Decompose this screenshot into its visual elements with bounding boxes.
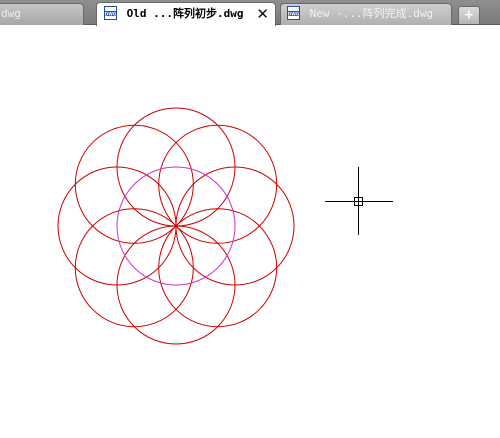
tab-label: dwg xyxy=(1,7,21,20)
svg-text:DWG: DWG xyxy=(105,11,117,16)
close-icon[interactable]: ✕ xyxy=(256,3,269,25)
tab-label: New -...阵列完成.dwg xyxy=(309,7,434,20)
svg-text:DWG: DWG xyxy=(288,11,300,16)
document-tab-bar: dwg DWG Old ...阵列初步.dwg ✕ DWG New -...阵列… xyxy=(0,0,500,26)
crosshair-cursor-icon xyxy=(325,167,393,235)
polar-array-circles xyxy=(57,107,295,345)
dwg-file-icon: DWG xyxy=(104,6,117,20)
tab-previous-drawing[interactable]: dwg xyxy=(0,3,84,25)
tab-new-array-complete[interactable]: DWG New -...阵列完成.dwg xyxy=(280,3,452,25)
plus-icon[interactable]: + xyxy=(458,6,480,24)
tab-old-array-initial[interactable]: DWG Old ...阵列初步.dwg ✕ xyxy=(96,2,276,26)
tab-label: Old ...阵列初步.dwg xyxy=(126,7,244,20)
drawing-canvas[interactable] xyxy=(0,26,500,438)
dwg-file-icon: DWG xyxy=(287,6,300,20)
